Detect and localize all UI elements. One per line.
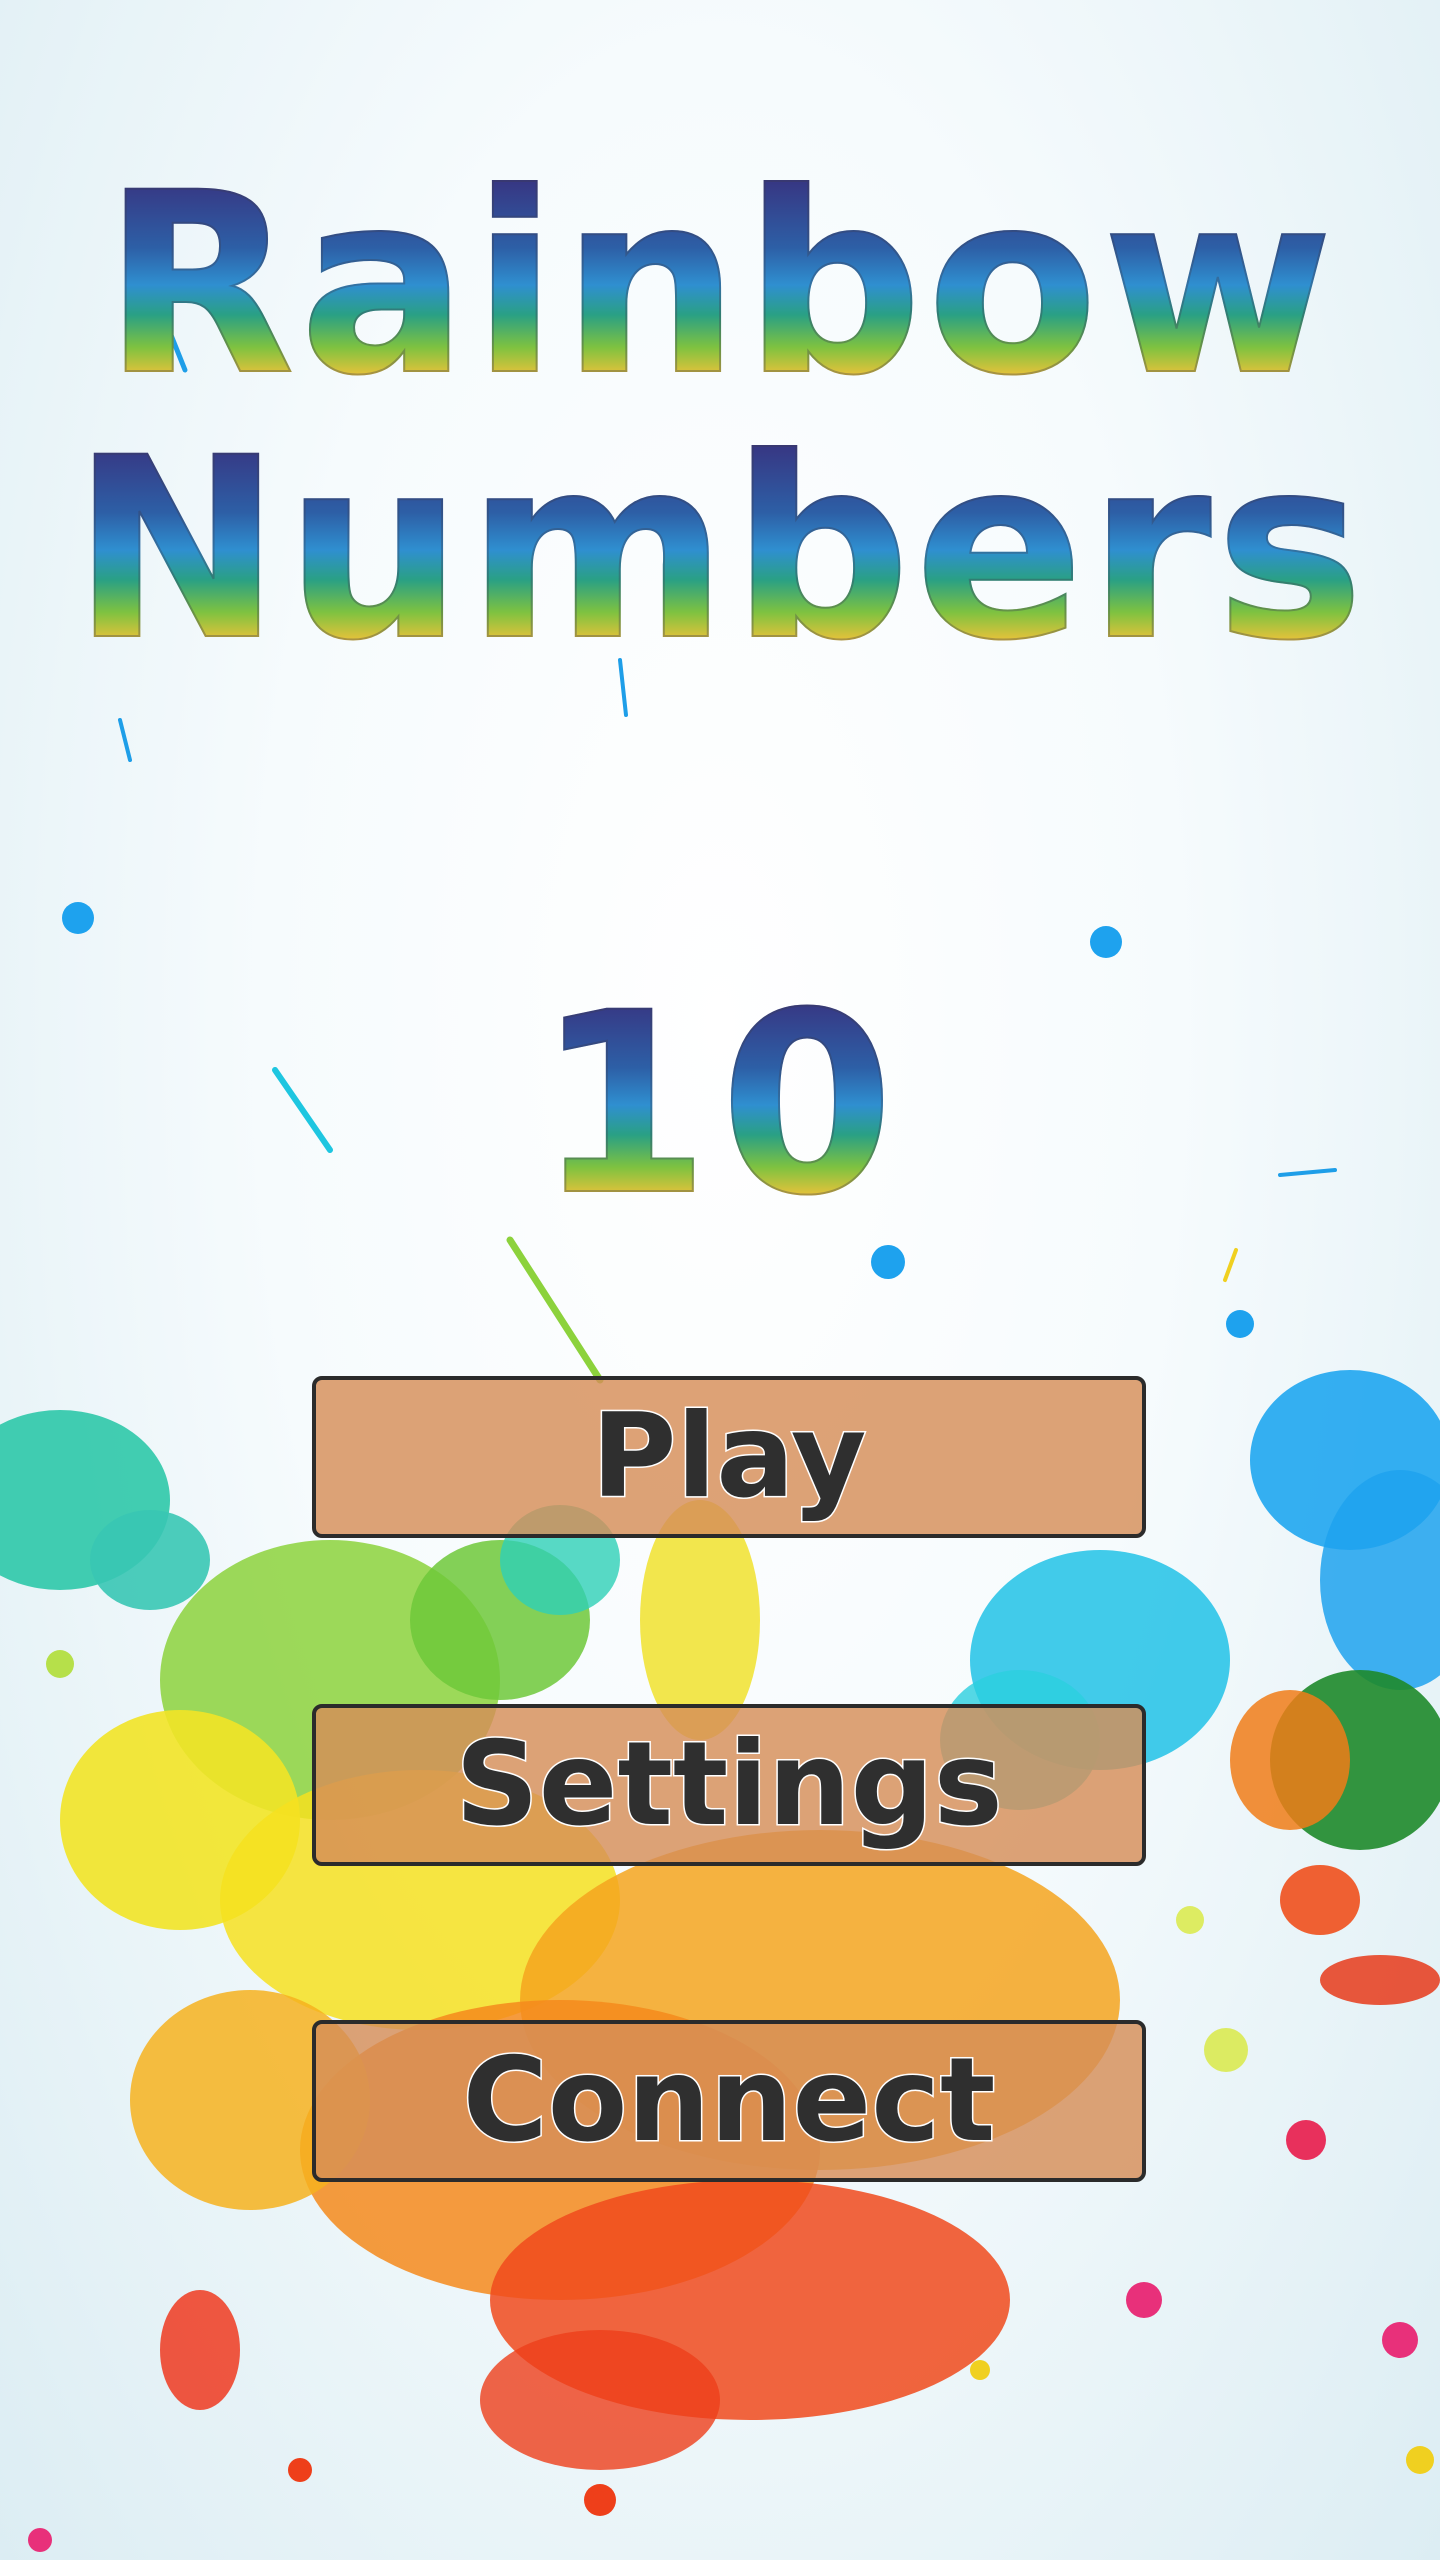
game-title-line-2: Numbers bbox=[0, 424, 1440, 676]
settings-button[interactable]: Settings bbox=[312, 1704, 1146, 1866]
game-title-line-1: Rainbow bbox=[0, 159, 1440, 411]
connect-button[interactable]: Connect bbox=[312, 2020, 1146, 2182]
score-display: 10 bbox=[0, 979, 1440, 1231]
play-button[interactable]: Play bbox=[312, 1376, 1146, 1538]
